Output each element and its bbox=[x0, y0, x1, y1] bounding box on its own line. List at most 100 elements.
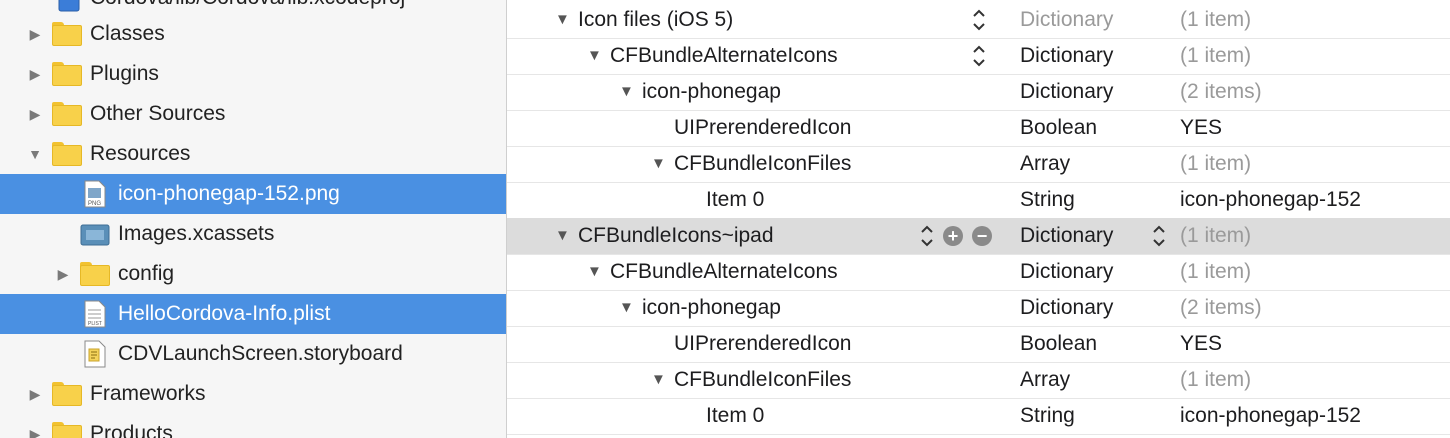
nav-item-config[interactable]: ▶ config bbox=[0, 254, 506, 294]
storyboard-file-icon bbox=[84, 340, 106, 368]
plist-key: CFBundleAlternateIcons bbox=[610, 44, 838, 67]
disclosure-right-icon[interactable]: ▶ bbox=[56, 254, 70, 294]
disclosure-down-icon[interactable]: ▼ bbox=[28, 134, 42, 174]
disclosure-down-icon[interactable]: ▼ bbox=[619, 83, 634, 100]
disclosure-down-icon[interactable]: ▼ bbox=[555, 11, 570, 28]
plist-row[interactable]: ▼ CFBundleAlternateIcons Dictionary (1 i… bbox=[507, 38, 1450, 75]
plist-row[interactable]: UIPrerenderedIcon Boolean YES bbox=[507, 326, 1450, 363]
folder-icon bbox=[52, 22, 82, 46]
disclosure-right-icon[interactable]: ▶ bbox=[28, 54, 42, 94]
plist-type: Boolean bbox=[1020, 332, 1098, 355]
nav-item-products[interactable]: ▶ Products bbox=[0, 414, 506, 438]
svg-text:PLIST: PLIST bbox=[88, 321, 102, 327]
plist-type: String bbox=[1020, 188, 1075, 211]
folder-icon bbox=[52, 142, 82, 166]
folder-icon bbox=[52, 422, 82, 438]
nav-item-other-sources[interactable]: ▶ Other Sources bbox=[0, 94, 506, 134]
nav-label: icon-phonegap-152.png bbox=[118, 182, 340, 205]
disclosure-down-icon[interactable]: ▼ bbox=[619, 299, 634, 316]
folder-icon bbox=[52, 382, 82, 406]
disclosure-down-icon[interactable]: ▼ bbox=[555, 227, 570, 244]
nav-item-info-plist[interactable]: PLIST HelloCordova-Info.plist bbox=[0, 294, 506, 334]
disclosure-down-icon[interactable]: ▼ bbox=[651, 371, 666, 388]
plist-file-icon: PLIST bbox=[84, 300, 106, 328]
disclosure-down-icon[interactable]: ▼ bbox=[587, 47, 602, 64]
plist-key: UIPrerenderedIcon bbox=[674, 332, 852, 355]
plist-row[interactable]: UIPrerenderedIcon Boolean YES bbox=[507, 110, 1450, 147]
plist-key: CFBundleAlternateIcons bbox=[610, 260, 838, 283]
plist-row-selected[interactable]: ▼ CFBundleIcons~ipad + − Dictionary (1 i… bbox=[507, 218, 1450, 255]
plist-row[interactable]: Item 0 String icon-phonegap-152 bbox=[507, 182, 1450, 219]
plist-key: Item 0 bbox=[706, 188, 765, 211]
disclosure-right-icon[interactable]: ▶ bbox=[28, 14, 42, 54]
folder-icon bbox=[80, 262, 110, 286]
nav-label: Resources bbox=[90, 142, 191, 165]
plist-type: Dictionary bbox=[1020, 80, 1114, 103]
disclosure-right-icon[interactable]: ▶ bbox=[28, 94, 42, 134]
plist-value: icon-phonegap-152 bbox=[1180, 188, 1361, 211]
plist-row[interactable]: ▼ CFBundleIconFiles Array (1 item) bbox=[507, 146, 1450, 183]
plist-value: (1 item) bbox=[1180, 224, 1252, 247]
nav-item-resources[interactable]: ▼ Resources bbox=[0, 134, 506, 174]
project-navigator: Cordova/lib/Cordova/lib.xcodeproj ▶ Clas… bbox=[0, 0, 507, 438]
plist-type: Array bbox=[1020, 368, 1071, 391]
png-file-icon: PNG bbox=[84, 180, 106, 208]
plist-value: (1 item) bbox=[1180, 152, 1252, 175]
nav-item-plugins[interactable]: ▶ Plugins bbox=[0, 54, 506, 94]
plist-key: Icon files (iOS 5) bbox=[578, 8, 734, 31]
nav-label: CDVLaunchScreen.storyboard bbox=[118, 342, 403, 365]
plist-key: icon-phonegap bbox=[642, 80, 781, 103]
asset-catalog-icon bbox=[80, 220, 110, 248]
folder-icon bbox=[52, 102, 82, 126]
nav-label: Images.xcassets bbox=[118, 222, 275, 245]
disclosure-right-icon[interactable]: ▶ bbox=[28, 374, 42, 414]
xcodeproj-icon bbox=[58, 0, 80, 12]
plist-key: Item 0 bbox=[706, 404, 765, 427]
plist-editor: ▼ Icon files (iOS 5) Dictionary (1 item)… bbox=[507, 0, 1450, 438]
nav-item-classes[interactable]: ▶ Classes bbox=[0, 14, 506, 54]
disclosure-right-icon[interactable]: ▶ bbox=[28, 414, 42, 438]
plist-value: YES bbox=[1180, 332, 1223, 355]
plist-value: (1 item) bbox=[1180, 260, 1252, 283]
disclosure-down-icon[interactable]: ▼ bbox=[651, 155, 666, 172]
plist-value: YES bbox=[1180, 116, 1223, 139]
plist-key: CFBundleIconFiles bbox=[674, 152, 852, 175]
nav-label: Classes bbox=[90, 22, 165, 45]
nav-item-icon-png[interactable]: PNG icon-phonegap-152.png bbox=[0, 174, 506, 214]
plist-value: icon-phonegap-152 bbox=[1180, 404, 1361, 427]
plist-key: icon-phonegap bbox=[642, 296, 781, 319]
plist-row[interactable]: ▼ Icon files (iOS 5) Dictionary (1 item) bbox=[507, 2, 1450, 39]
nav-label: Frameworks bbox=[90, 382, 206, 405]
nav-label: Plugins bbox=[90, 62, 159, 85]
plist-key: UIPrerenderedIcon bbox=[674, 116, 852, 139]
nav-label: Other Sources bbox=[90, 102, 226, 125]
plist-type: Dictionary bbox=[1020, 224, 1114, 247]
plist-type: Boolean bbox=[1020, 116, 1098, 139]
nav-label: HelloCordova-Info.plist bbox=[118, 302, 331, 325]
remove-item-icon[interactable]: − bbox=[972, 226, 992, 246]
plist-row[interactable]: ▼ icon-phonegap Dictionary (2 items) bbox=[507, 290, 1450, 327]
add-item-icon[interactable]: + bbox=[943, 226, 963, 246]
plist-key: CFBundleIconFiles bbox=[674, 368, 852, 391]
folder-icon bbox=[52, 62, 82, 86]
plist-type: Dictionary bbox=[1020, 260, 1114, 283]
plist-row[interactable]: ▼ CFBundleAlternateIcons Dictionary (1 i… bbox=[507, 254, 1450, 291]
nav-item-images-xcassets[interactable]: Images.xcassets bbox=[0, 214, 506, 254]
plist-type: Dictionary bbox=[1020, 8, 1114, 31]
nav-item-launchscreen[interactable]: CDVLaunchScreen.storyboard bbox=[0, 334, 506, 374]
plist-value: (1 item) bbox=[1180, 44, 1252, 67]
disclosure-down-icon[interactable]: ▼ bbox=[587, 263, 602, 280]
plist-row[interactable]: Item 0 String icon-phonegap-152 bbox=[507, 398, 1450, 435]
key-stepper-icon[interactable] bbox=[972, 5, 986, 35]
svg-text:PNG: PNG bbox=[88, 201, 101, 207]
plist-row[interactable]: ▼ icon-phonegap Dictionary (2 items) bbox=[507, 74, 1450, 111]
plist-type: Dictionary bbox=[1020, 296, 1114, 319]
key-stepper-icon[interactable] bbox=[972, 41, 986, 71]
nav-item-frameworks[interactable]: ▶ Frameworks bbox=[0, 374, 506, 414]
key-stepper-icon[interactable] bbox=[920, 221, 934, 251]
type-stepper-icon[interactable] bbox=[1152, 221, 1166, 251]
plist-row[interactable]: ▼ CFBundleIconFiles Array (1 item) bbox=[507, 362, 1450, 399]
nav-label: Cordova/lib/Cordova/lib.xcodeproj bbox=[90, 0, 405, 10]
plist-value: (1 item) bbox=[1180, 368, 1252, 391]
nav-label: config bbox=[118, 262, 175, 285]
